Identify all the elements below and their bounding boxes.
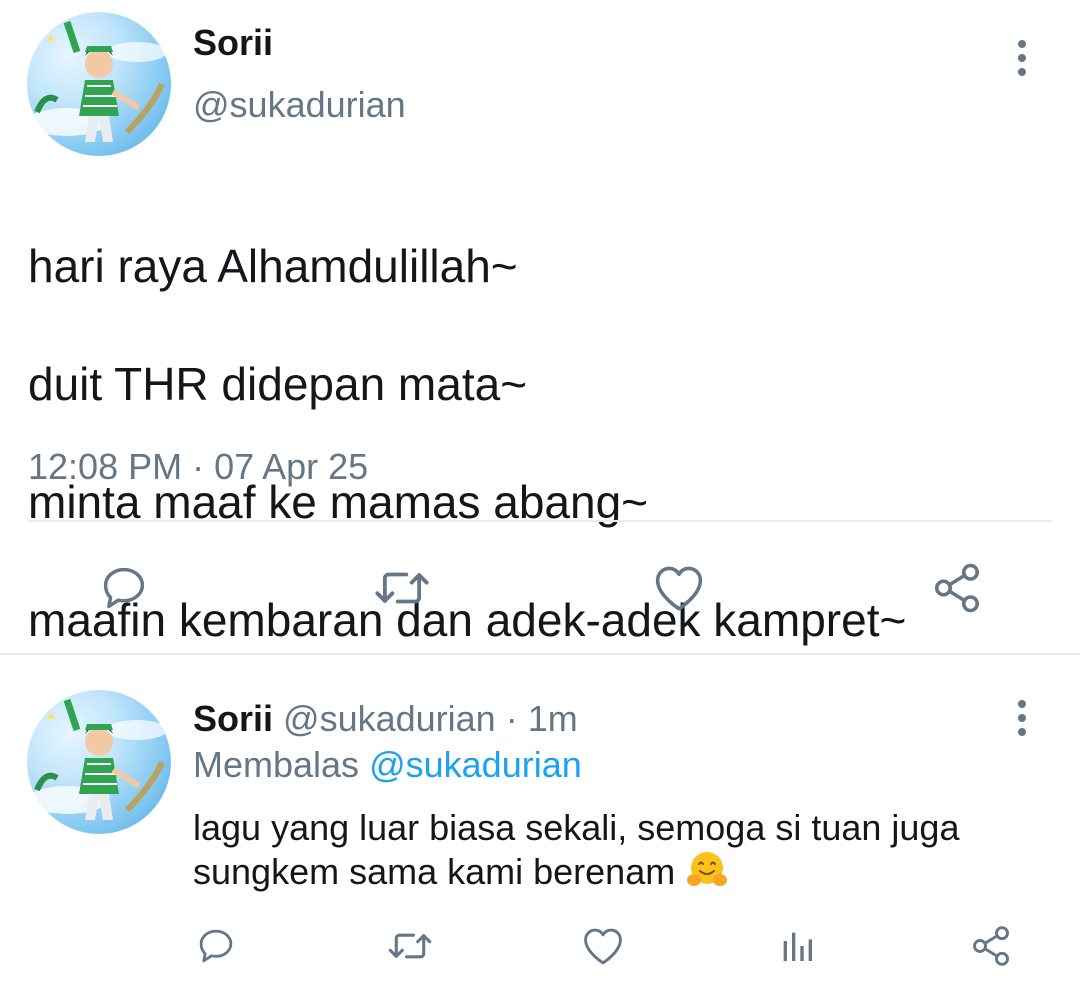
tweet-text-line: hari raya Alhamdulillah~ (28, 240, 518, 292)
replying-label: Membalas (193, 744, 360, 785)
hugging-face-emoji-icon (685, 850, 729, 890)
reply-retweet-button[interactable] (382, 920, 438, 972)
reply-text-line: sungkem sama kami berenam (193, 851, 676, 892)
reply-analytics-button[interactable] (775, 920, 819, 972)
reply-button[interactable] (92, 556, 156, 620)
retweet-icon (388, 933, 432, 959)
tweet-separator (0, 653, 1080, 655)
share-icon (973, 926, 1009, 966)
reply-share-button[interactable] (966, 920, 1016, 972)
reply-text-line-2: sungkem sama kami berenam (193, 850, 1053, 894)
avatar-illustration (27, 20, 167, 142)
more-dot-icon (1018, 700, 1026, 708)
main-more-options-button[interactable] (1002, 28, 1042, 88)
reply-header: Sorii @sukadurian · 1m (193, 698, 578, 740)
more-dot-icon (1018, 714, 1026, 722)
like-icon (584, 928, 622, 965)
share-button[interactable] (925, 556, 989, 620)
tweet-text-line: duit THR didepan mata~ (28, 358, 528, 410)
reply-author-handle[interactable]: @sukadurian (283, 698, 496, 739)
main-tweet-timestamp[interactable]: 12:08 PM · 07 Apr 25 (28, 446, 368, 488)
retweet-button[interactable] (367, 556, 437, 620)
action-bar-divider (28, 520, 1052, 522)
like-icon (655, 566, 703, 611)
reply-author-avatar[interactable] (27, 690, 171, 834)
share-icon (934, 563, 980, 613)
reply-icon (103, 567, 145, 609)
more-dot-icon (1018, 68, 1026, 76)
reply-text-line: lagu yang luar biasa sekali, semoga si t… (193, 807, 960, 848)
main-tweet-text: hari raya Alhamdulillah~ duit THR didepa… (28, 178, 1048, 709)
reply-reply-button[interactable] (192, 920, 240, 972)
replying-mention-link[interactable]: @sukadurian (369, 744, 582, 785)
avatar-illustration (27, 698, 167, 820)
more-dot-icon (1018, 40, 1026, 48)
reply-like-button[interactable] (578, 920, 628, 972)
more-dot-icon (1018, 728, 1026, 736)
main-author-avatar[interactable] (27, 12, 171, 156)
analytics-icon (783, 932, 812, 961)
replying-to-line: Membalas @sukadurian (193, 744, 582, 786)
reply-icon (199, 929, 233, 963)
meta-separator: · (495, 698, 528, 739)
more-dot-icon (1018, 54, 1026, 62)
tweet-text-line: maafin kembaran dan adek-adek kampret~ (28, 594, 907, 646)
reply-author-name[interactable]: Sorii (193, 698, 273, 739)
retweet-icon (375, 572, 429, 604)
main-author-handle[interactable]: @sukadurian (193, 84, 406, 126)
reply-tweet-text: lagu yang luar biasa sekali, semoga si t… (193, 806, 1053, 894)
reply-time-ago[interactable]: 1m (528, 698, 578, 739)
reply-more-options-button[interactable] (1002, 688, 1042, 748)
main-author-name[interactable]: Sorii (193, 22, 273, 64)
like-button[interactable] (647, 556, 711, 620)
